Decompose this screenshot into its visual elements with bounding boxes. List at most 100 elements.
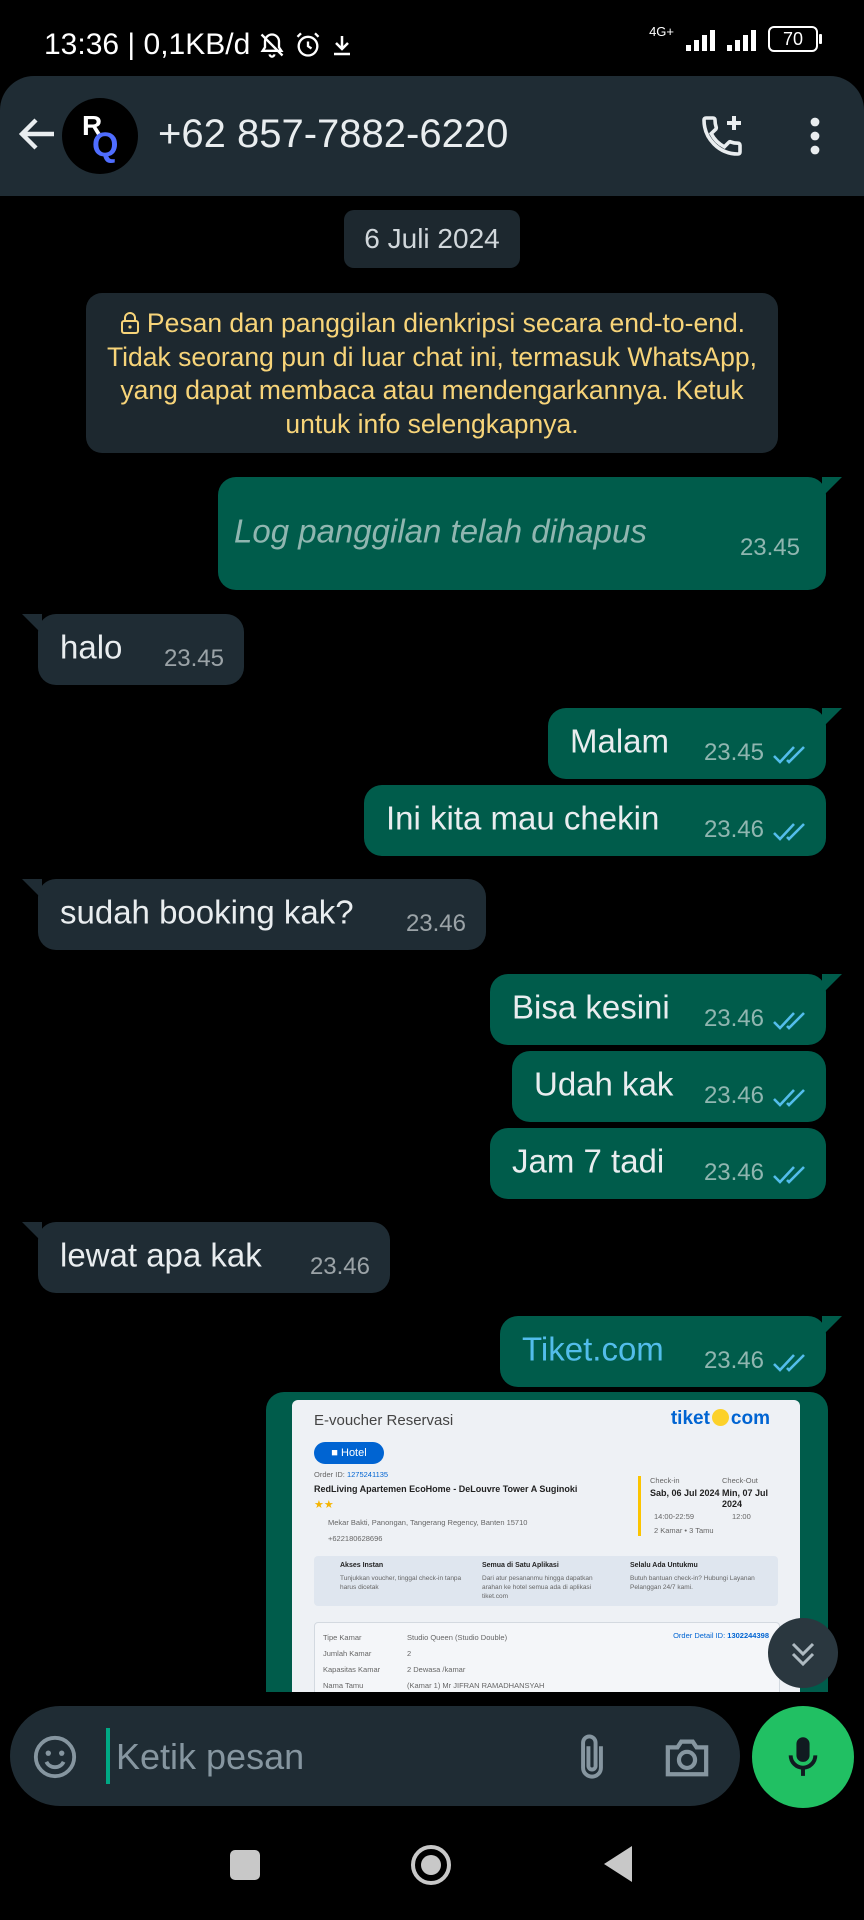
camera-icon[interactable] — [662, 1734, 712, 1780]
row-label: Nama Tamu — [323, 1681, 364, 1690]
message-compose-bar — [10, 1706, 740, 1806]
double-check-icon — [773, 746, 805, 764]
message-bubble[interactable]: Bisa kesini 23.46 — [490, 974, 842, 1045]
row-value: 2 — [407, 1649, 412, 1658]
voucher-title: E-voucher Reservasi — [314, 1412, 454, 1429]
message-bubble[interactable]: Tiket.com 23.46 — [500, 1316, 842, 1387]
message-time: 23.46 — [309, 1253, 370, 1280]
message-time: 23.45 — [163, 645, 224, 672]
double-chevron-down-icon — [791, 1642, 815, 1667]
info-title: Semua di Satu Aplikasi — [482, 1562, 559, 1569]
order-detail-label: Order Detail ID: — [673, 1631, 726, 1640]
link-text[interactable]: Tiket.com — [522, 1330, 664, 1368]
row-value: Studio Queen (Studio Double) — [407, 1633, 508, 1642]
checkin-date: Sab, 06 Jul 2024 — [650, 1488, 720, 1498]
home-icon[interactable] — [410, 1844, 452, 1886]
attach-icon[interactable] — [570, 1732, 614, 1782]
order-detail-id: 1302244398 — [727, 1631, 769, 1640]
status-time: 13:36 | 0,1KB/d — [44, 28, 251, 61]
info-body: Butuh bantuan check-in? Hubungi Layanan … — [630, 1575, 755, 1591]
mic-icon — [788, 1737, 818, 1776]
voucher-info-box: Akses Instan Tunjukkan voucher, tinggal … — [314, 1556, 778, 1606]
row-value: (Kamar 1) Mr JIFRAN RAMADHANSYAH — [407, 1681, 545, 1690]
scroll-to-bottom-button[interactable] — [768, 1618, 838, 1688]
message-time: 23.46 — [405, 910, 466, 937]
muted-bell-icon — [260, 33, 284, 58]
message-bubble[interactable]: sudah booking kak? 23.46 — [22, 879, 486, 950]
logo-dot-icon — [711, 1409, 729, 1426]
checkin-label: Check-in — [650, 1476, 680, 1485]
image-message[interactable]: E-voucher Reservasi tiket com ■ Hotel Ord… — [266, 1392, 828, 1692]
message-bubble[interactable]: lewat apa kak 23.46 — [22, 1222, 390, 1293]
avatar[interactable]: R Q — [62, 98, 138, 174]
logo-text-left: tiket — [670, 1408, 710, 1429]
message-time: 23.45 — [739, 534, 800, 561]
row-label: Tipe Kamar — [323, 1633, 362, 1642]
network-type: 4G+ — [649, 23, 674, 39]
text-caret — [106, 1728, 110, 1784]
double-check-icon — [773, 1089, 805, 1107]
info-body: Dari atur pesananmu hingga dapatkan arah… — [482, 1575, 593, 1600]
double-check-icon — [773, 823, 805, 841]
more-vert-icon[interactable] — [800, 112, 830, 160]
back-arrow-icon[interactable] — [14, 110, 62, 158]
checkout-date: Min, 07 Jul 2024 — [722, 1488, 769, 1509]
checkin-divider — [638, 1476, 641, 1536]
double-check-icon — [773, 1354, 805, 1372]
system-nav-bar — [0, 1830, 864, 1920]
message-time: 23.46 — [703, 1005, 764, 1032]
signal-icon — [727, 27, 756, 51]
emoji-icon[interactable] — [32, 1734, 78, 1780]
download-icon — [334, 36, 351, 56]
message-time: 23.46 — [703, 1159, 764, 1186]
message-text: lewat apa kak — [60, 1236, 262, 1274]
message-bubble[interactable]: Ini kita mau chekin 23.46 — [364, 785, 826, 856]
message-text: Log panggilan telah dihapus — [234, 512, 647, 550]
hotel-phone: +622180628696 — [328, 1534, 383, 1543]
nav-back-icon[interactable] — [600, 1844, 636, 1884]
checkout-time: 12:00 — [732, 1512, 751, 1521]
message-text: Ini kita mau chekin — [386, 799, 660, 837]
rooms-guests: 2 Kamar • 3 Tamu — [654, 1526, 714, 1535]
battery-level: 70 — [782, 29, 804, 49]
avatar-letter-q: Q — [92, 126, 119, 164]
message-bubble[interactable]: halo 23.45 — [22, 614, 244, 685]
message-input[interactable] — [114, 1726, 538, 1788]
room-details-table: Order Detail ID: 1302244398 Tipe Kamar S… — [314, 1622, 780, 1692]
message-time: 23.46 — [703, 816, 764, 843]
contact-name[interactable]: +62 857-7882-6220 — [158, 112, 508, 157]
message-bubble[interactable]: Jam 7 tadi 23.46 — [490, 1128, 826, 1199]
mic-button[interactable] — [752, 1706, 854, 1808]
lock-icon — [120, 312, 139, 334]
encryption-notice[interactable]: Pesan dan panggilan dienkripsi secara en… — [86, 293, 778, 453]
battery-icon: 70 — [768, 26, 822, 52]
message-text: Udah kak — [534, 1065, 674, 1103]
message-text: Jam 7 tadi — [512, 1142, 665, 1180]
voucher-image[interactable]: E-voucher Reservasi tiket com ■ Hotel Ord… — [292, 1400, 800, 1692]
double-check-icon — [773, 1012, 805, 1030]
message-bubble[interactable]: Malam 23.45 — [548, 708, 842, 779]
message-text: Bisa kesini — [512, 988, 670, 1026]
add-call-icon[interactable] — [698, 112, 746, 160]
message-bubble[interactable]: Udah kak 23.46 — [512, 1051, 826, 1122]
checkin-time: 14:00-22:59 — [654, 1512, 695, 1521]
row-label: Jumlah Kamar — [323, 1649, 372, 1658]
order-id-label: Order ID: — [314, 1470, 345, 1479]
message-time: 23.46 — [703, 1347, 764, 1374]
recents-icon[interactable] — [230, 1850, 260, 1880]
message-text: sudah booking kak? — [60, 893, 354, 931]
hotel-chip: ■ Hotel — [314, 1442, 384, 1464]
message-bubble[interactable]: Log panggilan telah dihapus 23.45 — [218, 477, 842, 590]
date-chip: 6 Juli 2024 — [344, 210, 520, 268]
logo-text-right: com — [730, 1408, 770, 1429]
hotel-address: Mekar Bakti, Panongan, Tangerang Regency… — [328, 1518, 528, 1527]
category-label: Hotel — [341, 1447, 367, 1459]
hotel-name: RedLiving Apartemen EcoHome - DeLouvre T… — [314, 1484, 578, 1494]
star-rating: ★★ — [314, 1499, 334, 1511]
checkout-label: Check-Out — [722, 1476, 758, 1485]
double-check-icon — [773, 1166, 805, 1184]
message-text: halo — [60, 628, 123, 666]
message-time: 23.45 — [703, 739, 764, 766]
info-title: Akses Instan — [340, 1562, 384, 1569]
status-bar: 13:36 | 0,1KB/d 4G+ 70 — [0, 0, 864, 78]
